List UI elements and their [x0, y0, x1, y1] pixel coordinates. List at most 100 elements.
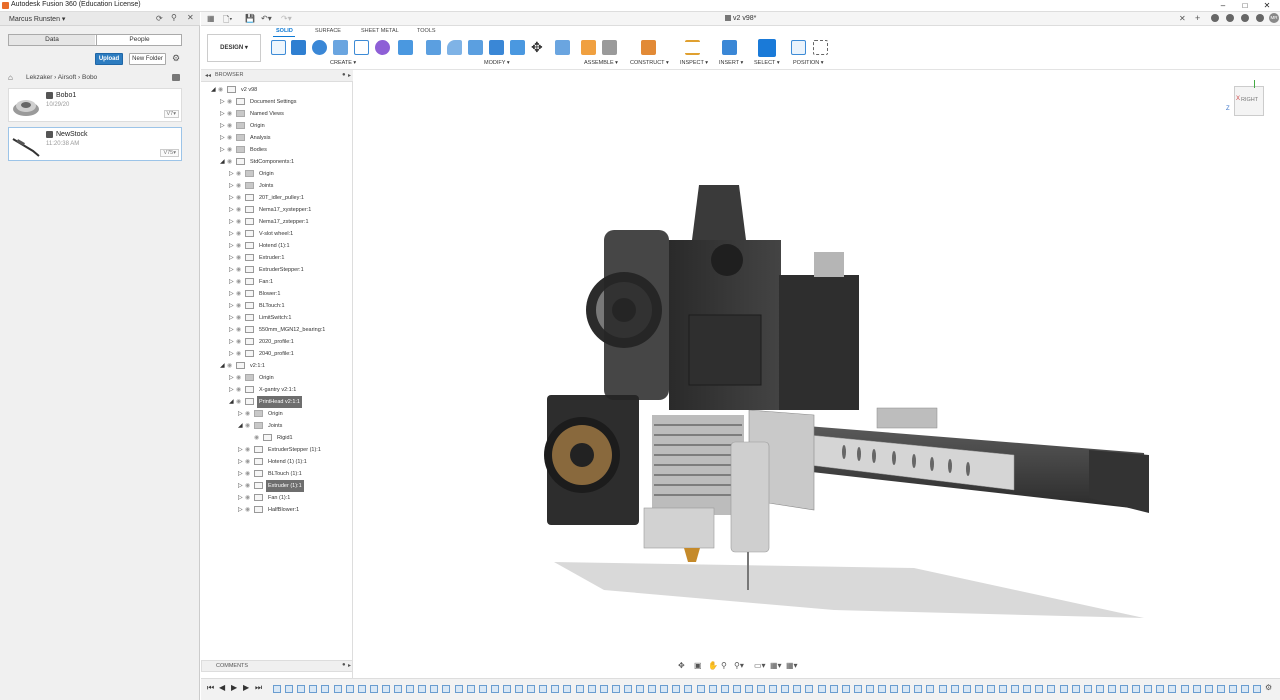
- timeline-forward-icon[interactable]: ▶: [243, 683, 249, 692]
- new-component-icon[interactable]: [581, 40, 596, 55]
- user-avatar[interactable]: MR: [1269, 13, 1279, 23]
- visibility-eye-icon[interactable]: ◉: [236, 228, 245, 240]
- revert-position-icon[interactable]: [813, 40, 828, 55]
- fillet-icon[interactable]: [447, 40, 462, 55]
- expand-right-icon[interactable]: ▷: [238, 468, 245, 480]
- browser-node[interactable]: ◢ ◉ StdComponents:1: [220, 156, 296, 168]
- expand-right-icon[interactable]: ▷: [229, 252, 236, 264]
- timeline-feature-icon[interactable]: [805, 685, 814, 693]
- breadcrumb[interactable]: Lekzaker › Airsoft › Bobo: [26, 74, 97, 81]
- upload-button[interactable]: Upload: [95, 53, 123, 65]
- timeline-feature-icon[interactable]: [575, 685, 584, 693]
- form-icon[interactable]: [375, 40, 390, 55]
- browser-node[interactable]: ▷ ◉ Nema17_zstepper:1: [229, 216, 311, 228]
- timeline-feature-icon[interactable]: [587, 685, 596, 693]
- timeline-feature-icon[interactable]: [793, 685, 802, 693]
- timeline-feature-icon[interactable]: [418, 685, 427, 693]
- browser-node[interactable]: ▷ ◉ V-slot wheel:1: [229, 228, 295, 240]
- visibility-eye-icon[interactable]: ◉: [227, 120, 236, 132]
- canvas-viewport[interactable]: RIGHT Z X: [354, 70, 1280, 660]
- close-panel-icon[interactable]: ✕: [187, 13, 194, 22]
- timeline-feature-icon[interactable]: [539, 685, 548, 693]
- redo-icon[interactable]: ↷▾: [281, 14, 292, 23]
- create-sketch-icon[interactable]: [271, 40, 286, 55]
- expand-right-icon[interactable]: ▷: [229, 276, 236, 288]
- timeline-feature-icon[interactable]: [1107, 685, 1116, 693]
- timeline-feature-icon[interactable]: [309, 685, 318, 693]
- visibility-eye-icon[interactable]: ◉: [227, 132, 236, 144]
- tab-solid[interactable]: SOLID: [276, 28, 293, 34]
- timeline-feature-icon[interactable]: [1144, 685, 1153, 693]
- visibility-eye-icon[interactable]: ◉: [245, 456, 254, 468]
- browser-node[interactable]: ◢ ◉ Joints: [238, 420, 284, 432]
- grid-menu-icon[interactable]: ▦: [207, 14, 215, 23]
- timeline-feature-icon[interactable]: [466, 685, 475, 693]
- timeline-feature-icon[interactable]: [1253, 685, 1262, 693]
- visibility-eye-icon[interactable]: ◉: [245, 444, 254, 456]
- expand-right-icon[interactable]: ▷: [229, 264, 236, 276]
- timeline-feature-icon[interactable]: [865, 685, 874, 693]
- timeline-feature-icon[interactable]: [357, 685, 366, 693]
- timeline-feature-icon[interactable]: [1168, 685, 1177, 693]
- comments-pin-icon[interactable]: ▸: [348, 662, 351, 669]
- browser-node[interactable]: ▷ ◉ Extruder:1: [229, 252, 286, 264]
- timeline-feature-icon[interactable]: [841, 685, 850, 693]
- create-menu[interactable]: CREATE ▾: [330, 60, 356, 66]
- browser-node[interactable]: ▷ ◉ Named Views: [220, 108, 286, 120]
- timeline-feature-icon[interactable]: [902, 685, 911, 693]
- expand-down-icon[interactable]: ◢: [220, 360, 227, 372]
- user-name[interactable]: Marcus Runsten ▾: [9, 15, 65, 23]
- browser-node[interactable]: ▷ ◉ Document Settings: [220, 96, 298, 108]
- comments-panel[interactable]: COMMENTS ● ▸: [201, 660, 353, 672]
- timeline-feature-icon[interactable]: [1059, 685, 1068, 693]
- new-tab-icon[interactable]: +: [1195, 13, 1200, 23]
- visibility-eye-icon[interactable]: ◉: [245, 408, 254, 420]
- browser-node[interactable]: ▷ ◉ Origin: [220, 120, 267, 132]
- timeline-feature-icon[interactable]: [732, 685, 741, 693]
- file-menu-icon[interactable]: 🗋▾: [223, 14, 232, 28]
- pan-icon[interactable]: ✋: [708, 661, 718, 670]
- file-card[interactable]: NewStock 11:20:38 AM V75▾: [8, 127, 182, 161]
- inspect-menu[interactable]: INSPECT ▾: [680, 60, 708, 66]
- expand-right-icon[interactable]: ▷: [238, 408, 245, 420]
- expand-right-icon[interactable]: ▷: [229, 204, 236, 216]
- timeline-feature-icon[interactable]: [1180, 685, 1189, 693]
- timeline-feature-icon[interactable]: [1011, 685, 1020, 693]
- timeline-feature-icon[interactable]: [648, 685, 657, 693]
- refresh-icon[interactable]: ⟳: [156, 14, 163, 23]
- visibility-eye-icon[interactable]: ◉: [236, 396, 245, 408]
- revolve-icon[interactable]: [312, 40, 327, 55]
- timeline-feature-icon[interactable]: [1023, 685, 1032, 693]
- browser-node[interactable]: ▷ ◉ 2020_profile:1: [229, 336, 296, 348]
- joint-icon[interactable]: [602, 40, 617, 55]
- measure-icon[interactable]: [685, 40, 700, 55]
- tab-data[interactable]: Data: [9, 35, 95, 45]
- visibility-eye-icon[interactable]: ◉: [236, 276, 245, 288]
- browser-node[interactable]: ▷ ◉ ExtruderStepper (1):1: [238, 444, 323, 456]
- timeline-feature-icon[interactable]: [1156, 685, 1165, 693]
- model-3d-view[interactable]: [354, 70, 1280, 660]
- timeline-feature-icon[interactable]: [757, 685, 765, 693]
- timeline-feature-icon[interactable]: [381, 685, 390, 693]
- timeline-feature-icon[interactable]: [515, 685, 523, 693]
- timeline-feature-icon[interactable]: [345, 685, 354, 693]
- timeline-feature-icon[interactable]: [406, 685, 415, 693]
- timeline-feature-icon[interactable]: [502, 685, 511, 693]
- visibility-eye-icon[interactable]: ◉: [227, 144, 236, 156]
- expand-right-icon[interactable]: ▷: [238, 444, 245, 456]
- visibility-eye-icon[interactable]: ◉: [245, 468, 254, 480]
- expand-right-icon[interactable]: ▷: [229, 312, 236, 324]
- visibility-eye-icon[interactable]: ◉: [236, 300, 245, 312]
- browser-node[interactable]: ▷ ◉ 20T_idler_pulley:1: [229, 192, 306, 204]
- timeline-feature-icon[interactable]: [744, 685, 753, 693]
- chamfer-icon[interactable]: [468, 40, 483, 55]
- timeline-feature-icon[interactable]: [297, 685, 306, 693]
- expand-right-icon[interactable]: ▷: [220, 144, 227, 156]
- create-base-icon[interactable]: [398, 40, 413, 55]
- timeline-feature-icon[interactable]: [1047, 685, 1056, 693]
- loft-icon[interactable]: [354, 40, 369, 55]
- timeline-feature-icon[interactable]: [599, 685, 608, 693]
- comments-options-icon[interactable]: ●: [342, 662, 346, 668]
- timeline-feature-icon[interactable]: [430, 685, 439, 693]
- combine-icon[interactable]: [510, 40, 525, 55]
